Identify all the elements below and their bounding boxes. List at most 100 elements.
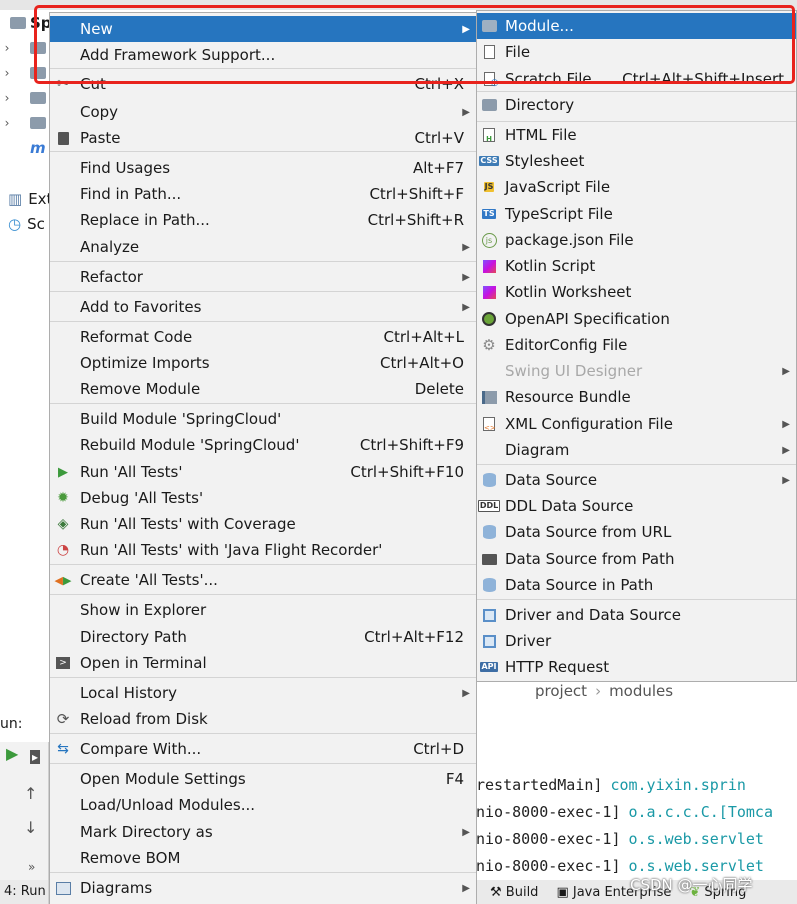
menu-separator: [477, 91, 796, 92]
menu-item-label: Stylesheet: [505, 152, 585, 170]
menu-item-run-all-tests-with-coverage[interactable]: ◈ Run 'All Tests' with Coverage: [50, 511, 476, 537]
menu-item-load-unload-modules[interactable]: Load/Unload Modules...: [50, 792, 476, 818]
new-submenu-item-data-source-from-path[interactable]: Data Source from Path: [477, 546, 796, 572]
submenu-arrow-icon: ▶: [782, 365, 790, 377]
new-submenu-item-openapi-specification[interactable]: OpenAPI Specification: [477, 306, 796, 332]
menu-item-remove-module[interactable]: Remove Module Delete: [50, 376, 476, 402]
tree-row[interactable]: ›: [0, 87, 46, 109]
breadcrumb-item[interactable]: modules: [609, 682, 673, 700]
menu-item-paste[interactable]: Paste Ctrl+V: [50, 125, 476, 151]
menu-item-label: Reload from Disk: [80, 710, 208, 728]
new-submenu-item-javascript-file[interactable]: JS JavaScript File: [477, 174, 796, 200]
menu-item-label: Optimize Imports: [80, 354, 210, 372]
new-submenu-item-diagram[interactable]: Diagram ▶: [477, 437, 796, 463]
chevron-right-icon[interactable]: ›: [0, 116, 14, 130]
new-submenu-item-html-file[interactable]: H HTML File: [477, 122, 796, 148]
menu-item-label: Replace in Path...: [80, 211, 210, 229]
database-icon: [481, 472, 497, 488]
coverage-icon: ◈: [57, 516, 69, 532]
menu-item-mark-directory-as[interactable]: Mark Directory as ▶: [50, 819, 476, 845]
new-submenu-item-editorconfig-file[interactable]: ⚙ EditorConfig File: [477, 332, 796, 358]
console-icon[interactable]: ▸: [30, 750, 41, 764]
menu-item-directory-path[interactable]: Directory Path Ctrl+Alt+F12: [50, 624, 476, 650]
menu-item-label: Find Usages: [80, 159, 171, 177]
menu-item-compare-with[interactable]: ⇆ Compare With... Ctrl+D: [50, 736, 476, 762]
arrow-up-icon[interactable]: ↑: [24, 784, 37, 803]
new-submenu-item-kotlin-script[interactable]: Kotlin Script: [477, 253, 796, 279]
arrow-down-icon[interactable]: ↓: [24, 818, 37, 837]
menu-item-label: Copy: [80, 103, 119, 121]
tree-row[interactable]: ›: [0, 112, 46, 134]
new-submenu-item-swing-ui-designer: Swing UI Designer ▶: [477, 358, 796, 384]
new-submenu-item-data-source-in-path[interactable]: Data Source in Path: [477, 572, 796, 598]
new-submenu-item-data-source-from-url[interactable]: Data Source from URL: [477, 519, 796, 545]
chevron-right-icon[interactable]: ›: [0, 66, 14, 80]
more-icon[interactable]: »: [28, 860, 35, 874]
new-submenu-item-directory[interactable]: Directory: [477, 92, 796, 118]
menu-item-show-in-explorer[interactable]: Show in Explorer: [50, 597, 476, 623]
new-submenu-item-xml-configuration-file[interactable]: <> XML Configuration File ▶: [477, 411, 796, 437]
html-file-icon: H: [481, 127, 497, 143]
new-submenu-item-driver-and-data-source[interactable]: Driver and Data Source: [477, 602, 796, 628]
menu-item-find-in-path[interactable]: Find in Path... Ctrl+Shift+F: [50, 181, 476, 207]
new-submenu-item-data-source[interactable]: Data Source ▶: [477, 467, 796, 493]
menu-item-local-history[interactable]: Local History ▶: [50, 680, 476, 706]
driver-icon: [481, 607, 497, 623]
menu-item-label: Debug 'All Tests': [80, 489, 204, 507]
console-output: restartedMain] com.yixin.sprin nio-8000-e…: [476, 772, 797, 882]
rerun-icon[interactable]: ▶: [6, 744, 18, 763]
menu-item-run-all-tests[interactable]: ▶ Run 'All Tests' Ctrl+Shift+F10: [50, 459, 476, 485]
menu-item-rebuild-module-springcloud[interactable]: Rebuild Module 'SpringCloud' Ctrl+Shift+F…: [50, 432, 476, 458]
menu-item-create-all-tests[interactable]: ◀▶ Create 'All Tests'...: [50, 567, 476, 593]
new-submenu-item-ddl-data-source[interactable]: DDL DDL Data Source: [477, 493, 796, 519]
menu-item-refactor[interactable]: Refactor ▶: [50, 264, 476, 290]
menu-item-find-usages[interactable]: Find Usages Alt+F7: [50, 155, 476, 181]
tree-row[interactable]: m: [0, 137, 46, 159]
menu-item-add-to-favorites[interactable]: Add to Favorites ▶: [50, 294, 476, 320]
menu-item-run-all-tests-with-java-flight-recorder[interactable]: ◔ Run 'All Tests' with 'Java Flight Recor…: [50, 537, 476, 563]
chevron-right-icon[interactable]: ›: [0, 91, 14, 105]
submenu-arrow-icon: ▶: [782, 444, 790, 456]
new-submenu-item-resource-bundle[interactable]: Resource Bundle: [477, 384, 796, 410]
watermark: CSDN @一心同学: [630, 876, 753, 894]
create-test-icon: ◀▶: [54, 573, 72, 587]
database-url-icon: [481, 524, 497, 540]
menu-item-remove-bom[interactable]: Remove BOM: [50, 845, 476, 871]
ddl-icon: DDL: [477, 500, 501, 512]
new-submenu-item-typescript-file[interactable]: TS TypeScript File: [477, 201, 796, 227]
menu-item-diagrams[interactable]: Diagrams ▶: [50, 875, 476, 901]
menu-item-replace-in-path[interactable]: Replace in Path... Ctrl+Shift+R: [50, 207, 476, 233]
menu-item-reload-from-disk[interactable]: ⟳ Reload from Disk: [50, 706, 476, 732]
menu-item-label: OpenAPI Specification: [505, 310, 670, 328]
openapi-icon: [481, 311, 497, 327]
tree-item-external-libraries[interactable]: ▥ Ext: [0, 188, 52, 210]
new-submenu-item-kotlin-worksheet[interactable]: Kotlin Worksheet: [477, 279, 796, 305]
tree-item-scratches[interactable]: ◷ Sc: [0, 213, 45, 235]
chevron-right-icon[interactable]: ›: [0, 41, 14, 55]
new-submenu-item-driver[interactable]: Driver: [477, 628, 796, 654]
menu-item-label: XML Configuration File: [505, 415, 673, 433]
new-submenu-item-http-request[interactable]: API HTTP Request: [477, 654, 796, 680]
console-line: nio-8000-exec-1] o.s.web.servlet: [476, 830, 764, 848]
breadcrumb-item[interactable]: project: [535, 682, 587, 700]
menu-item-copy[interactable]: Copy ▶: [50, 99, 476, 125]
ts-file-icon: TS: [482, 209, 496, 219]
menu-item-build-module-springcloud[interactable]: Build Module 'SpringCloud': [50, 406, 476, 432]
menu-item-analyze[interactable]: Analyze ▶: [50, 234, 476, 260]
menu-item-open-module-settings[interactable]: Open Module Settings F4: [50, 766, 476, 792]
menu-item-open-in-terminal[interactable]: > Open in Terminal: [50, 650, 476, 676]
menu-separator: [50, 261, 476, 262]
gear-icon: ⚙: [482, 336, 496, 354]
new-submenu-item-stylesheet[interactable]: CSS Stylesheet: [477, 148, 796, 174]
menu-item-label: Directory Path: [80, 628, 187, 646]
folder-icon: [481, 97, 497, 113]
new-submenu-item-package-json-file[interactable]: js package.json File: [477, 227, 796, 253]
menu-item-optimize-imports[interactable]: Optimize Imports Ctrl+Alt+O: [50, 350, 476, 376]
menu-item-label: Diagram: [505, 441, 570, 459]
run-tool-tab[interactable]: 4: Run: [4, 884, 46, 899]
menu-item-debug-all-tests[interactable]: ✹ Debug 'All Tests': [50, 485, 476, 511]
hammer-icon: ⚒: [490, 884, 502, 900]
menu-item-reformat-code[interactable]: Reformat Code Ctrl+Alt+L: [50, 324, 476, 350]
menu-item-label: Kotlin Script: [505, 257, 596, 275]
tab-build[interactable]: ⚒ Build: [490, 885, 538, 900]
